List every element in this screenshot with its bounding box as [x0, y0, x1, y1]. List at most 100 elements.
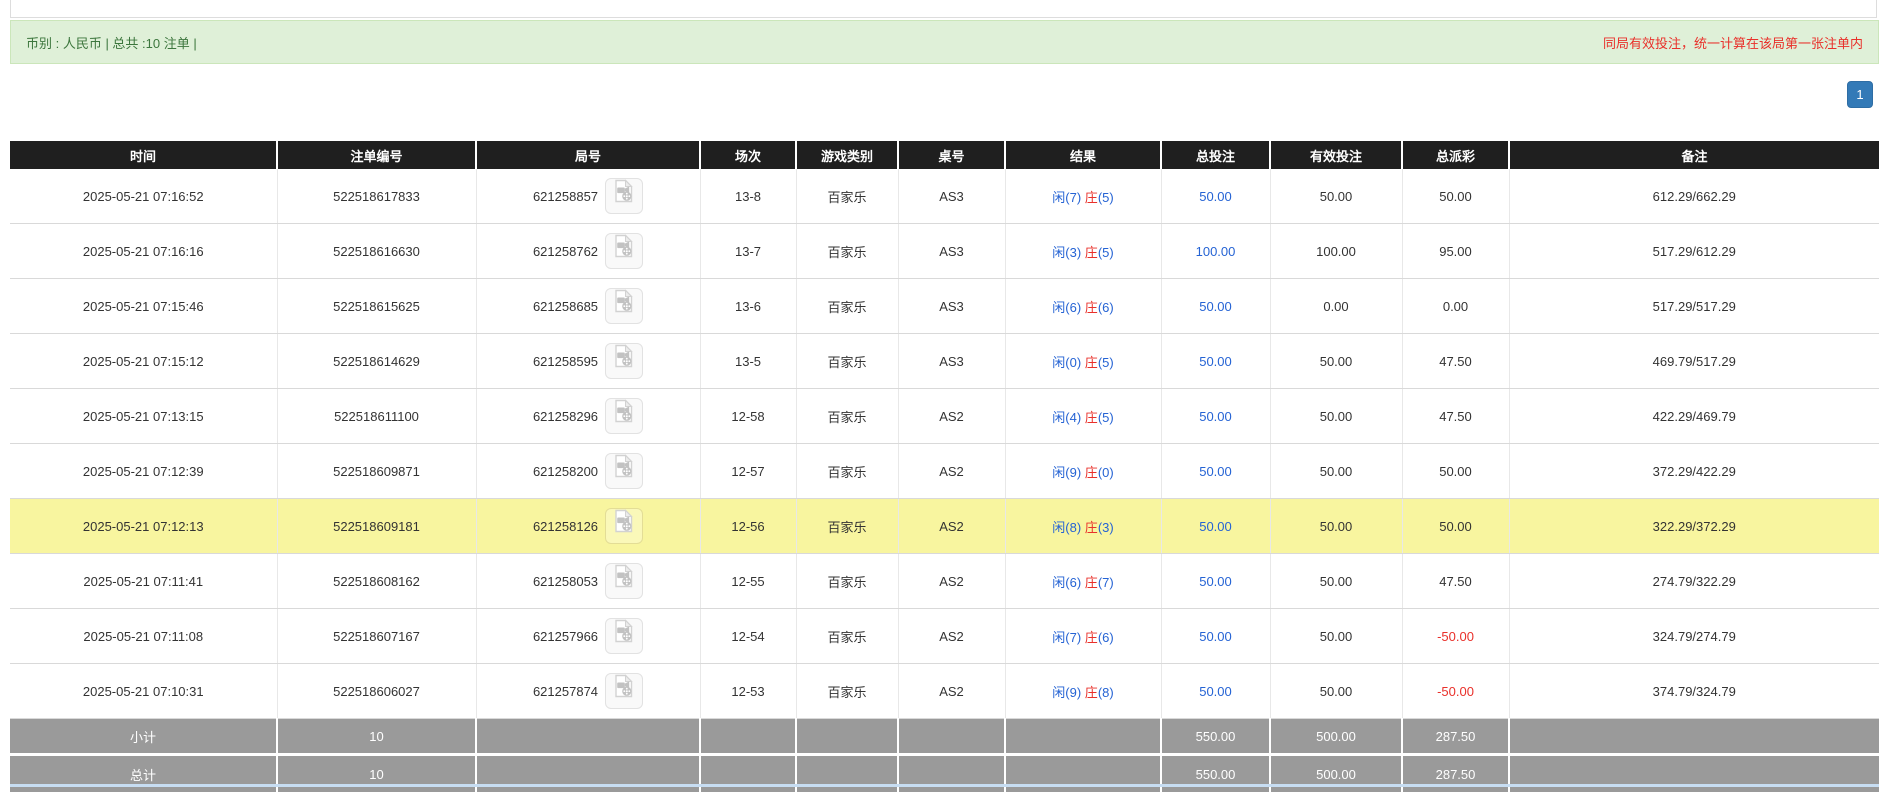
time-cell: 2025-05-21 07:16:52 — [10, 169, 277, 224]
empty — [1509, 719, 1879, 755]
payout-cell: 95.00 — [1402, 224, 1509, 279]
total-bet-link[interactable]: 50.00 — [1199, 519, 1232, 534]
column-header-10: 备注 — [1509, 141, 1879, 169]
table-header-row: 时间注单编号局号场次游戏类别桌号结果总投注有效投注总派彩备注 — [10, 141, 1879, 169]
column-header-1: 注单编号 — [277, 141, 476, 169]
result-player: 闲(0) — [1052, 355, 1081, 370]
result-banker: 庄 — [1085, 520, 1098, 535]
session-number: 12-53 — [731, 684, 764, 699]
valid-bet-cell: 50.00 — [1270, 664, 1402, 719]
payout-cell: 47.50 — [1402, 389, 1509, 444]
result-cell: 闲(6) 庄(7) — [1005, 554, 1161, 609]
round-number-cell: 621258762 — [476, 224, 700, 279]
result-banker-points: (5) — [1098, 245, 1114, 260]
total-bet-cell: 100.00 — [1161, 224, 1270, 279]
result-player: 闲(6) — [1052, 575, 1081, 590]
payout-value: 0.00 — [1443, 299, 1468, 314]
result-banker-points: (5) — [1098, 410, 1114, 425]
result-banker: 庄 — [1085, 355, 1098, 370]
video-replay-button[interactable] — [605, 233, 643, 269]
result-player: 闲(4) — [1052, 410, 1081, 425]
valid-bet-cell: 50.00 — [1270, 334, 1402, 389]
bet-row: 2025-05-21 07:11:08522518607167621257966… — [10, 609, 1879, 664]
total-bet-link[interactable]: 50.00 — [1199, 189, 1232, 204]
game-type-cell: 百家乐 — [796, 444, 898, 499]
video-replay-button[interactable] — [605, 398, 643, 434]
payout-cell: 50.00 — [1402, 499, 1509, 554]
currency-total-text: 币别 : 人民币 | 总共 :10 注单 | — [26, 33, 197, 52]
total-bet-link[interactable]: 50.00 — [1199, 409, 1232, 424]
video-replay-button[interactable] — [605, 673, 643, 709]
total-bet-link[interactable]: 50.00 — [1199, 354, 1232, 369]
result-banker: 庄 — [1085, 300, 1098, 315]
valid-bet-cell: 50.00 — [1270, 609, 1402, 664]
game-type: 百家乐 — [827, 300, 866, 315]
round-number-cell: 621257874 — [476, 664, 700, 719]
video-film-icon — [613, 454, 635, 478]
game-type-cell: 百家乐 — [796, 389, 898, 444]
result-banker: 庄 — [1085, 245, 1098, 260]
total-bet-link[interactable]: 50.00 — [1199, 574, 1232, 589]
payout-cell: 50.00 — [1402, 444, 1509, 499]
valid-bet-value: 50.00 — [1320, 574, 1353, 589]
total-bet-link[interactable]: 50.00 — [1199, 629, 1232, 644]
session-cell: 13-7 — [700, 224, 796, 279]
valid-bet-cell: 50.00 — [1270, 389, 1402, 444]
video-film-icon — [613, 179, 635, 203]
valid-bet-cell: 50.00 — [1270, 444, 1402, 499]
total-bet-link[interactable]: 100.00 — [1196, 244, 1236, 259]
video-replay-button[interactable] — [605, 178, 643, 214]
game-type: 百家乐 — [827, 685, 866, 700]
bet-number-cell: 522518607167 — [277, 609, 476, 664]
round-number-cell: 621258200 — [476, 444, 700, 499]
round-number-cell: 621258685 — [476, 279, 700, 334]
time-cell: 2025-05-21 07:15:12 — [10, 334, 277, 389]
result-banker: 庄 — [1085, 685, 1098, 700]
result-banker-points: (5) — [1098, 355, 1114, 370]
bet-number-cell: 522518606027 — [277, 664, 476, 719]
round-number-cell: 621258053 — [476, 554, 700, 609]
session-number: 13-8 — [735, 189, 761, 204]
game-type: 百家乐 — [827, 410, 866, 425]
result-banker-points: (0) — [1098, 465, 1114, 480]
bet-row: 2025-05-21 07:15:46522518615625621258685… — [10, 279, 1879, 334]
total-bet-link[interactable]: 50.00 — [1199, 464, 1232, 479]
page-1-button[interactable]: 1 — [1847, 81, 1873, 108]
remark-value: 372.29/422.29 — [1653, 464, 1736, 479]
video-replay-button[interactable] — [605, 508, 643, 544]
valid-bet-value: 50.00 — [1320, 354, 1353, 369]
bet-number: 522518611100 — [334, 409, 419, 424]
valid-bet-value: 100.00 — [1316, 244, 1356, 259]
session-cell: 12-58 — [700, 389, 796, 444]
video-replay-button[interactable] — [605, 288, 643, 324]
valid-bet-value: 50.00 — [1320, 189, 1353, 204]
video-replay-button[interactable] — [605, 618, 643, 654]
column-header-0: 时间 — [10, 141, 277, 169]
bet-row: 2025-05-21 07:16:16 522518616630 621258762… — [10, 224, 1879, 279]
empty — [796, 719, 898, 755]
session-cell: 12-53 — [700, 664, 796, 719]
total-bet-link[interactable]: 50.00 — [1199, 684, 1232, 699]
total-bet-link[interactable]: 50.00 — [1199, 299, 1232, 314]
video-replay-button[interactable] — [605, 563, 643, 599]
bet-time: 2025-05-21 07:16:16 — [83, 244, 204, 259]
video-replay-button[interactable] — [605, 343, 643, 379]
remark-cell: 517.29/517.29 — [1509, 279, 1879, 334]
remark-cell: 517.29/612.29 — [1509, 224, 1879, 279]
bet-row: 2025-05-21 07:15:12522518614629621258595… — [10, 334, 1879, 389]
remark-value: 374.79/324.79 — [1653, 684, 1736, 699]
bet-time: 2025-05-21 07:11:08 — [83, 629, 203, 644]
total-bet-cell: 50.00 — [1161, 499, 1270, 554]
result-cell: 闲(3) 庄(5) — [1005, 224, 1161, 279]
payout-value: 95.00 — [1439, 244, 1472, 259]
video-replay-button[interactable] — [605, 453, 643, 489]
session-number: 13-5 — [735, 354, 761, 369]
bet-number: 522518616630 — [333, 244, 420, 259]
video-film-icon — [613, 509, 635, 533]
result-player: 闲(7) — [1052, 190, 1081, 205]
session-cell: 12-55 — [700, 554, 796, 609]
top-panel-edge — [10, 0, 1877, 18]
table-number: AS2 — [939, 629, 964, 644]
bet-time: 2025-05-21 07:12:13 — [83, 519, 204, 534]
bet-records-table: 时间注单编号局号场次游戏类别桌号结果总投注有效投注总派彩备注 2025-05-2… — [10, 141, 1879, 792]
